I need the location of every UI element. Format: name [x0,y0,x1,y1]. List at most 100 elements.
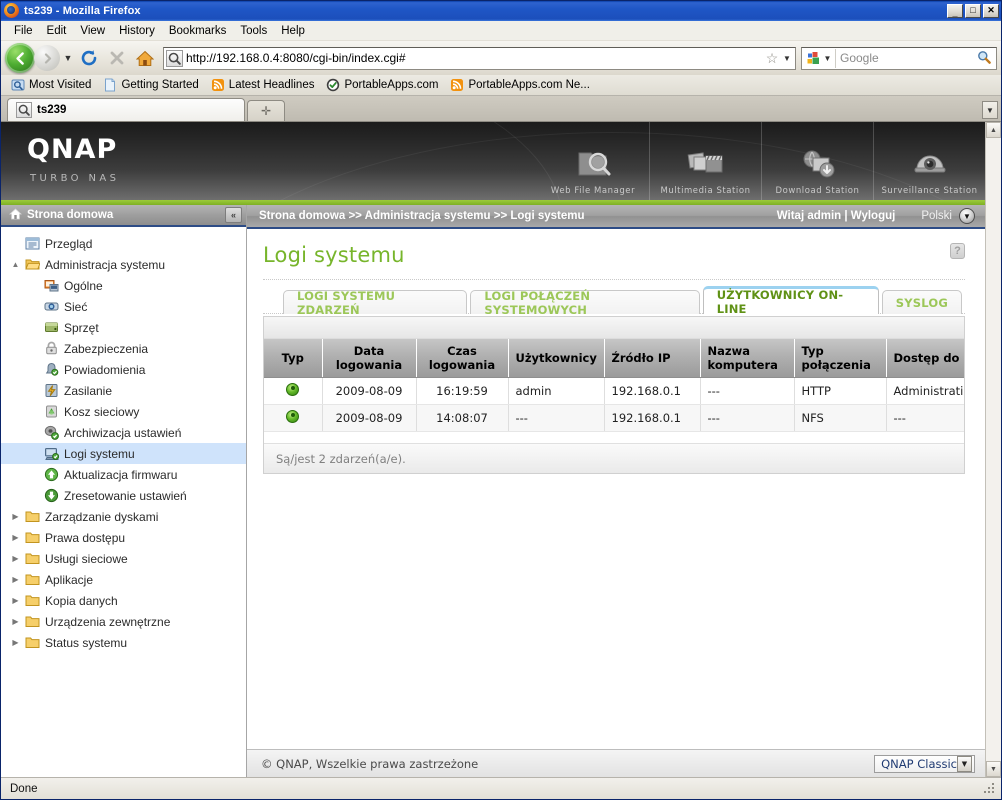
resize-grip[interactable] [983,782,997,796]
url-dropdown-arrow[interactable]: ▼ [781,54,793,63]
qnap-footer: © QNAP, Wszelkie prawa zastrzeżone QNAP … [247,749,985,777]
menu-help[interactable]: Help [274,23,312,39]
search-engine-dropdown-arrow[interactable]: ▼ [822,54,833,63]
twisty-collapsed-icon[interactable]: ▶ [9,575,22,584]
bookmark-getting-started[interactable]: Getting Started [98,77,203,93]
chevron-down-icon[interactable]: ▼ [957,755,972,772]
tab-logi-systemu-zdarze[interactable]: LOGI SYSTEMU ZDARZEŃ [283,289,468,317]
search-magnifier-icon[interactable] [974,50,994,67]
sidebar-item-przegl-d[interactable]: Przegląd [1,233,246,254]
sidebar-item-zarz-dzanie-dyskami[interactable]: ▶ Zarządzanie dyskami [1,506,246,527]
site-favicon [166,49,183,67]
sidebar-item-sprz-t[interactable]: Sprzęt [1,317,246,338]
table-summary: Są/jest 2 zdarzeń(a/e). [264,443,964,473]
back-button[interactable] [5,43,35,73]
sidebar-item-sie[interactable]: Sieć [1,296,246,317]
sidebar-item-zasilanie[interactable]: Zasilanie [1,380,246,401]
menu-history[interactable]: History [112,23,162,39]
cell-source-ip: 192.168.0.1 [604,377,701,405]
sidebar-item-prawa-dost-pu[interactable]: ▶ Prawa dostępu [1,527,246,548]
minimize-button[interactable]: _ [947,4,963,18]
backup-icon [41,425,61,440]
app-label: Surveillance Station [881,186,978,196]
copyright-text: © QNAP, Wszelkie prawa zastrzeżone [261,756,479,771]
stop-icon[interactable] [104,45,130,71]
user-greeting-logout[interactable]: Witaj admin | Wyloguj [777,210,896,222]
rss-icon [211,78,225,92]
sidebar-item-label: Zasilanie [64,383,113,398]
browser-tab-ts239[interactable]: ts239 [7,98,245,121]
help-button[interactable]: ? [950,243,965,259]
theme-select[interactable]: QNAP Classic ▼ [874,754,975,773]
home-icon[interactable] [132,45,158,71]
app-web-file-manager[interactable]: Web File Manager [537,122,649,200]
table-row[interactable]: 2009-08-09 14:08:07 --- 192.168.0.1 --- NFS --… [264,404,964,432]
menu-file[interactable]: File [7,23,40,39]
url-bar[interactable]: http://192.168.0.4:8080/cgi-bin/index.cg… [163,46,796,70]
menu-view[interactable]: View [73,23,112,39]
tab-u-ytkownicy-on-line[interactable]: UŻYTKOWNICY ON-LINE [702,286,879,316]
google-icon[interactable] [804,50,822,67]
column-header: Źródło IP [604,339,701,378]
twisty-collapsed-icon[interactable]: ▶ [9,596,22,605]
url-text[interactable]: http://192.168.0.4:8080/cgi-bin/index.cg… [186,51,763,65]
twisty-collapsed-icon[interactable]: ▶ [9,638,22,647]
menu-edit[interactable]: Edit [40,23,74,39]
app-download-station[interactable]: Download Station [761,122,873,200]
scroll-track[interactable] [986,138,1001,761]
sidebar-item-og-lne[interactable]: Ogólne [1,275,246,296]
twisty-collapsed-icon[interactable]: ▶ [9,617,22,626]
tab-syslog[interactable]: SYSLOG [881,290,962,314]
twisty-expanded-icon[interactable]: ▲ [9,260,22,269]
sidebar-item-zabezpieczenia[interactable]: Zabezpieczenia [1,338,246,359]
bookmark-portableapps[interactable]: PortableApps.com [321,77,443,93]
main-content: Strona domowa >> Administracja systemu >… [247,205,985,777]
language-dropdown-icon[interactable]: ▼ [959,208,975,224]
sidebar-item-administracja-systemu[interactable]: ▲ Administracja systemu [1,254,246,275]
app-surveillance-station[interactable]: Surveillance Station [873,122,985,200]
close-button[interactable]: ✕ [983,4,999,18]
table-row[interactable]: 2009-08-09 16:19:59 admin 192.168.0.1 --- HTT… [264,377,964,405]
bookmark-star-icon[interactable]: ☆ [763,50,781,67]
reload-icon[interactable] [76,45,102,71]
qnap-tagline: TURBO NAS [30,173,120,184]
sidebar-item-us-ugi-sieciowe[interactable]: ▶ Usługi sieciowe [1,548,246,569]
sidebar-item-aktualizacja-firmwaru[interactable]: Aktualizacja firmwaru [1,464,246,485]
menu-bookmarks[interactable]: Bookmarks [162,23,234,39]
bookmark-most-visited[interactable]: Most Visited [6,77,96,93]
bookmark-portableapps-news[interactable]: PortableApps.com Ne... [445,77,594,93]
scroll-up-button[interactable]: ▲ [986,122,1001,138]
page-scrollbar[interactable]: ▲ ▼ [985,122,1001,777]
sidebar-item-label: Zarządzanie dyskami [45,509,159,524]
cell-time: 14:08:07 [416,404,509,432]
twisty-collapsed-icon[interactable]: ▶ [9,554,22,563]
magnifier-folder-icon [11,78,25,92]
folder-icon [22,572,42,587]
sidebar-item-logi-systemu[interactable]: Logi systemu [1,443,246,464]
forward-button[interactable] [34,45,60,71]
system-logs-icon [41,446,61,461]
sidebar-item-zresetowanie-ustawie[interactable]: Zresetowanie ustawień [1,485,246,506]
sidebar-item-archiwizacja-ustawie[interactable]: Archiwizacja ustawień [1,422,246,443]
tab-list-button[interactable]: ▼ [982,101,998,119]
bookmark-latest-headlines[interactable]: Latest Headlines [206,77,320,93]
sidebar-item-urz-dzenia-zewn-trzne[interactable]: ▶ Urządzenia zewnętrzne [1,611,246,632]
twisty-collapsed-icon[interactable]: ▶ [9,533,22,542]
app-multimedia-station[interactable]: Multimedia Station [649,122,761,200]
twisty-collapsed-icon[interactable]: ▶ [9,512,22,521]
tab-logi-po-cze-systemowych[interactable]: LOGI POŁĄCZEŃ SYSTEMOWYCH [470,289,700,317]
scroll-down-button[interactable]: ▼ [986,761,1001,777]
sidebar-item-kosz-sieciowy[interactable]: Kosz sieciowy [1,401,246,422]
search-input[interactable]: Google [838,51,974,65]
new-tab-button[interactable]: ✛ [247,100,285,121]
history-dropdown-arrow[interactable]: ▼ [62,53,74,63]
sidebar-item-powiadomienia[interactable]: Powiadomienia [1,359,246,380]
search-bar[interactable]: ▼ Google [801,46,997,70]
house-icon [8,207,23,223]
sidebar-item-kopia-danych[interactable]: ▶ Kopia danych [1,590,246,611]
sidebar-collapse-button[interactable]: « [225,207,242,223]
maximize-button[interactable]: □ [965,4,981,18]
menu-tools[interactable]: Tools [233,23,274,39]
sidebar-item-aplikacje[interactable]: ▶ Aplikacje [1,569,246,590]
sidebar-item-status-systemu[interactable]: ▶ Status systemu [1,632,246,653]
